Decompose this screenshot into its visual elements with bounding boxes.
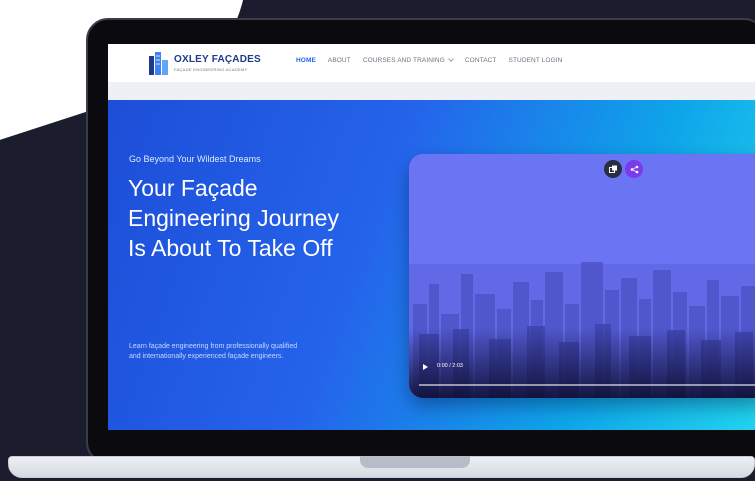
hero-headline-line: Engineering Journey	[128, 205, 339, 231]
hero-description-line: Learn façade engineering from profession…	[129, 343, 298, 350]
share-button[interactable]	[625, 160, 643, 178]
main-nav: HOME ABOUT COURSES AND TRAINING CONTACT …	[296, 56, 563, 64]
share-icon	[630, 165, 638, 173]
nav-contact[interactable]: CONTACT	[465, 57, 497, 64]
hero-eyebrow: Go Beyond Your Wildest Dreams	[129, 154, 261, 164]
brand-tagline: FAÇADE ENGINEERING ACADEMY	[174, 67, 248, 72]
video-progress-bar[interactable]	[419, 384, 755, 386]
play-icon[interactable]	[423, 364, 428, 370]
site-header: OXLEY FAÇADES FAÇADE ENGINEERING ACADEMY…	[108, 44, 755, 82]
nav-student-login[interactable]: STUDENT LOGIN	[509, 57, 563, 64]
hero-video-player[interactable]: 0:00 / 2:03	[409, 154, 755, 398]
laptop-notch	[360, 456, 470, 468]
nav-about[interactable]: ABOUT	[328, 57, 351, 64]
brand-logo[interactable]: OXLEY FAÇADES FAÇADE ENGINEERING ACADEMY	[148, 50, 268, 78]
hero-headline-line: Your Façade	[128, 175, 258, 201]
copy-icon	[608, 165, 617, 173]
website-screen: OXLEY FAÇADES FAÇADE ENGINEERING ACADEMY…	[108, 44, 755, 430]
hero-headline: Your Façade Engineering Journey Is About…	[128, 173, 339, 263]
building-logo-icon	[149, 52, 168, 75]
video-time: 0:00 / 2:03	[437, 363, 463, 369]
hero-description-line: and internationally experienced façade e…	[129, 353, 284, 360]
header-divider-strip	[108, 82, 755, 100]
nav-courses-and-training[interactable]: COURSES AND TRAINING	[362, 56, 454, 64]
chevron-down-icon	[448, 56, 454, 62]
hero-description: Learn façade engineering from profession…	[129, 342, 297, 362]
copy-link-button[interactable]	[604, 160, 622, 178]
nav-home[interactable]: HOME	[296, 57, 316, 64]
nav-courses-label: COURSES AND TRAINING	[362, 57, 445, 64]
hero-headline-line: Is About To Take Off	[128, 235, 333, 261]
brand-name: OXLEY FAÇADES	[174, 54, 261, 65]
